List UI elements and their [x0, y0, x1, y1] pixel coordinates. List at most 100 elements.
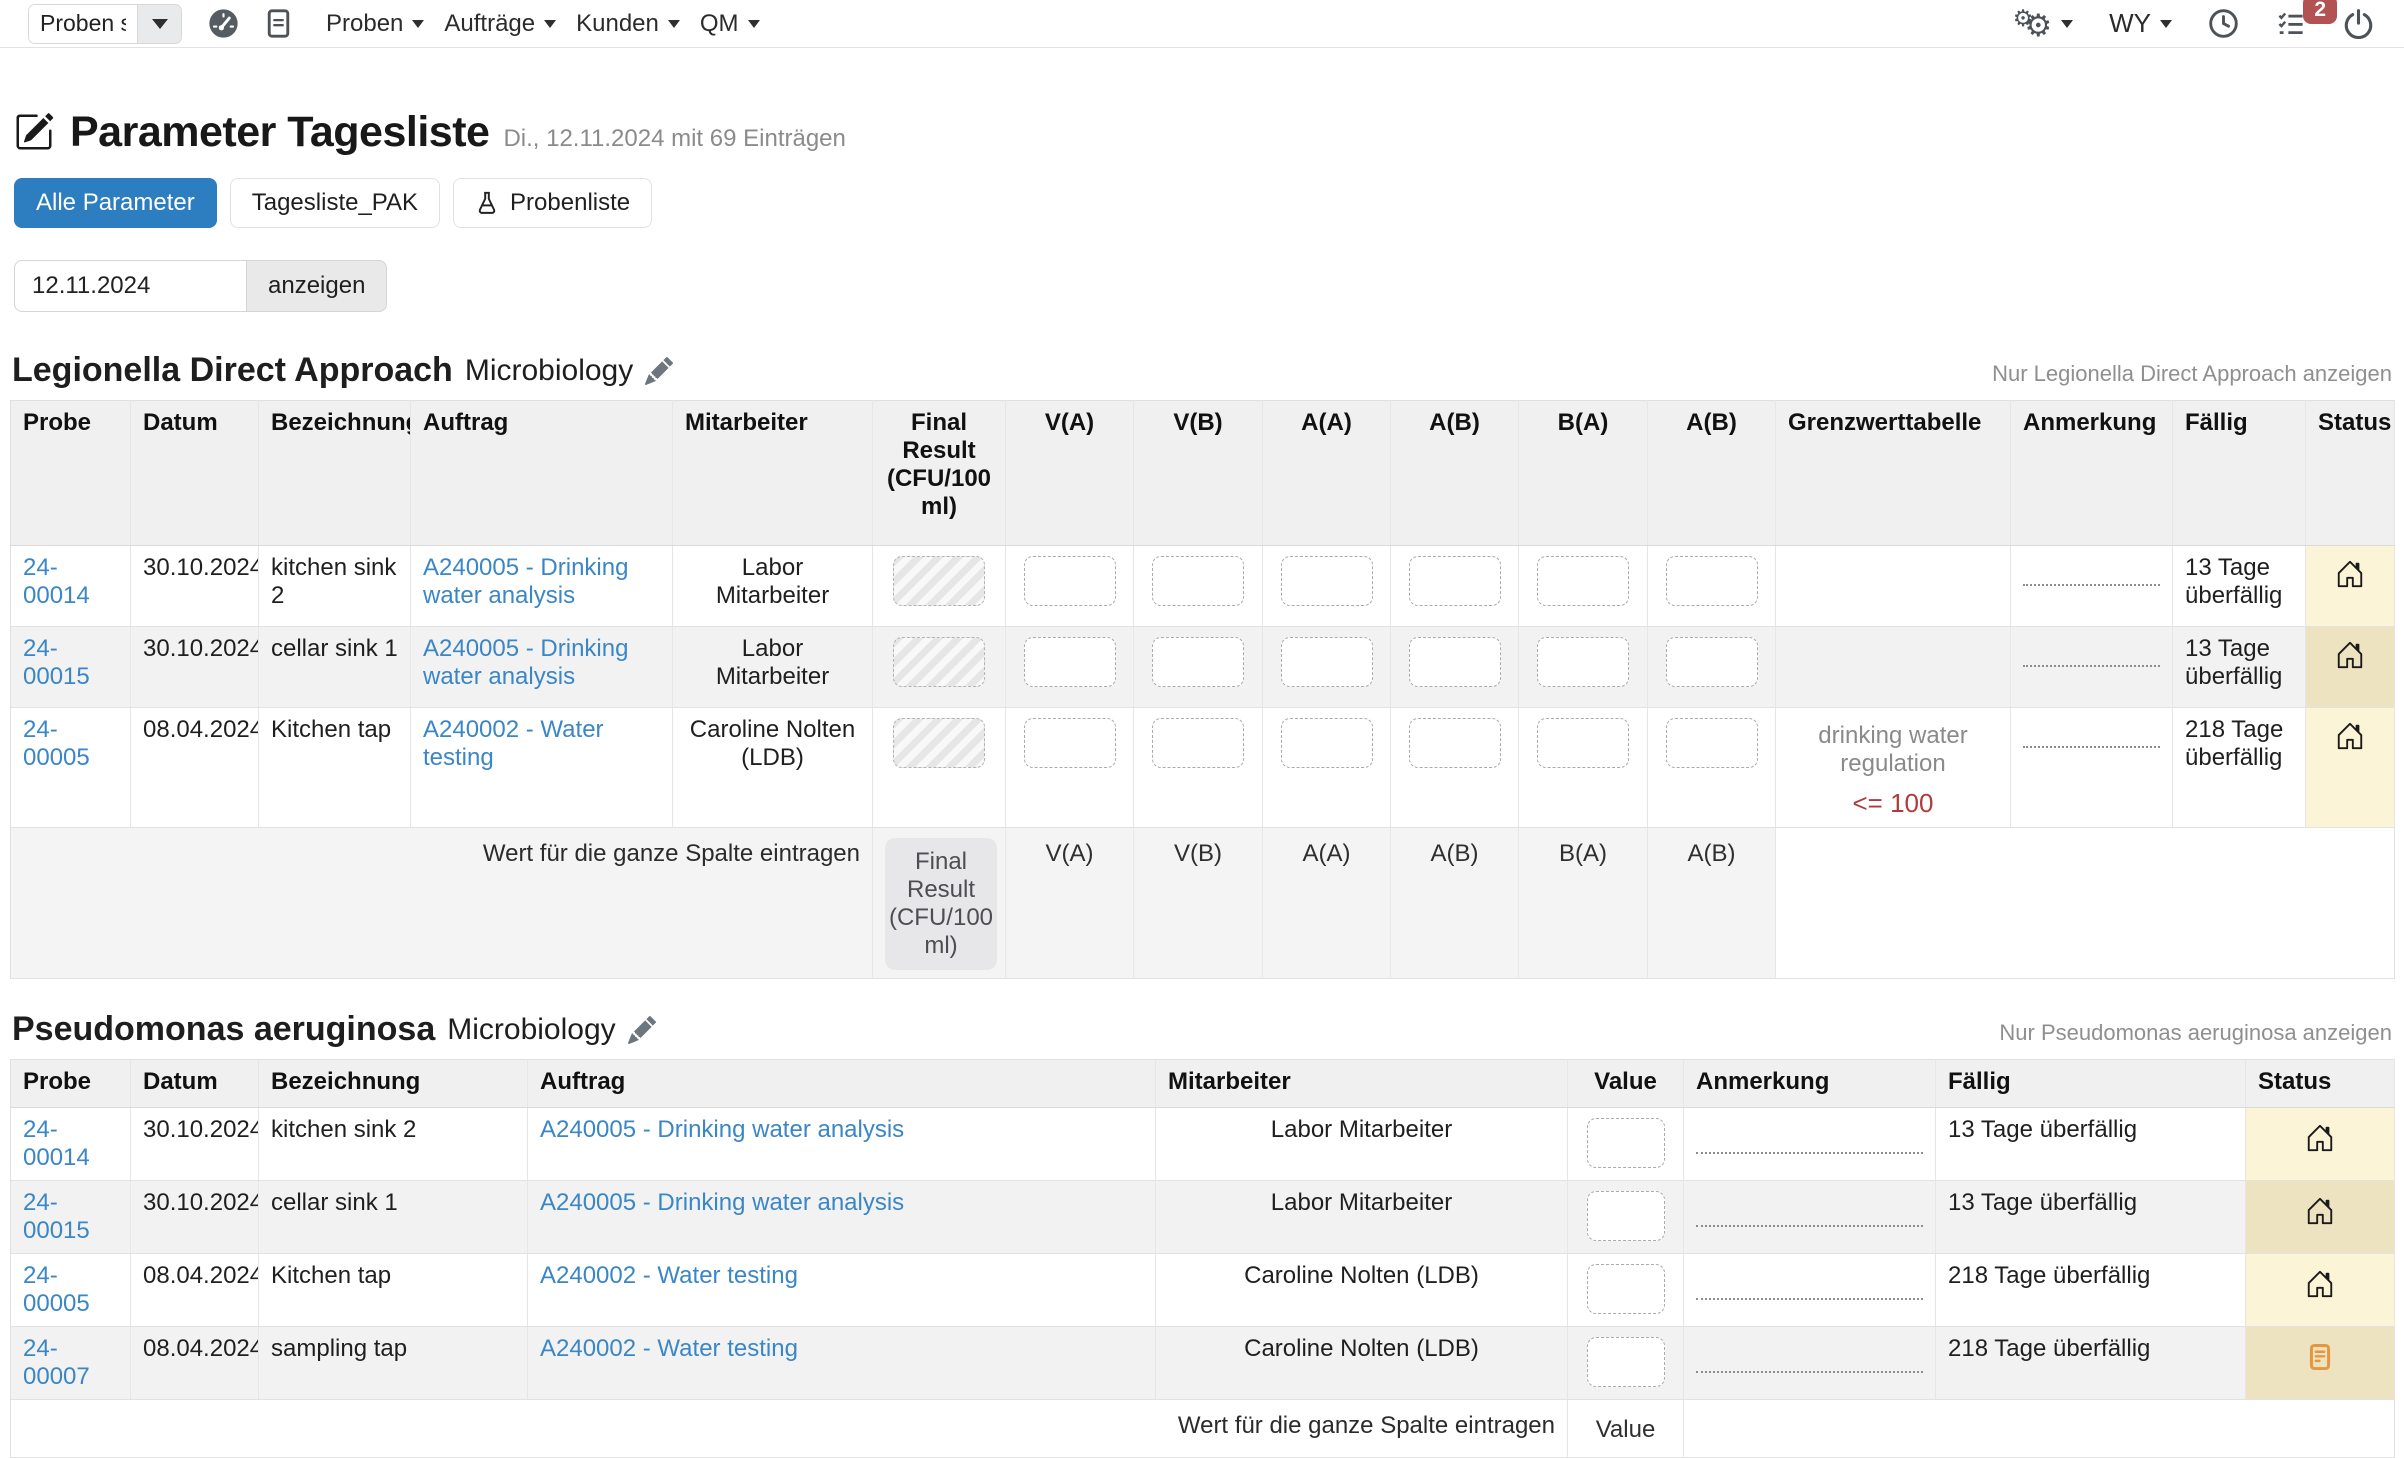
auftrag-link[interactable]: A240005 - Drinking water analysis	[540, 1116, 904, 1143]
report-icon[interactable]	[2306, 1342, 2334, 1372]
edit-page-icon[interactable]	[14, 112, 54, 152]
bezeichnung-cell: Kitchen tap	[259, 1254, 528, 1327]
grenzwert-limit: <= 100	[1788, 788, 1998, 819]
menu-proben[interactable]: Proben	[326, 10, 424, 38]
datum-cell: 30.10.2024	[131, 546, 259, 627]
value-input[interactable]	[1587, 1264, 1665, 1314]
probe-link[interactable]: 24-00014	[23, 1116, 90, 1171]
filter-only-pseudomonas-link[interactable]: Nur Pseudomonas aeruginosa anzeigen	[1999, 1020, 2392, 1049]
filter-only-legionella-link[interactable]: Nur Legionella Direct Approach anzeigen	[1992, 361, 2392, 390]
auftrag-link[interactable]: A240002 - Water testing	[540, 1262, 798, 1289]
ba-input[interactable]	[1537, 556, 1629, 606]
auftrag-link[interactable]: A240002 - Water testing	[540, 1335, 798, 1362]
mitarbeiter-cell: Labor Mitarbeiter	[1156, 1108, 1568, 1181]
probe-link[interactable]: 24-00015	[23, 1189, 90, 1244]
vb-input[interactable]	[1152, 718, 1244, 768]
home-icon[interactable]	[2305, 1196, 2335, 1226]
edit-section-icon[interactable]	[628, 1016, 656, 1044]
fill-ab2-button[interactable]: A(B)	[1648, 828, 1776, 979]
faellig-cell: 218 Tage überfällig	[2173, 708, 2306, 828]
tab-alle-parameter[interactable]: Alle Parameter	[14, 178, 217, 228]
vb-input[interactable]	[1152, 556, 1244, 606]
ba-input[interactable]	[1537, 718, 1629, 768]
anmerkung-field[interactable]	[2023, 746, 2160, 748]
value-input[interactable]	[1587, 1191, 1665, 1241]
auftrag-link[interactable]: A240002 - Water testing	[423, 716, 604, 771]
auftrag-link[interactable]: A240005 - Drinking water analysis	[540, 1189, 904, 1216]
flask-icon	[475, 189, 499, 217]
ab2-input[interactable]	[1666, 637, 1758, 687]
page-subtitle: Di., 12.11.2024 mit 69 Einträgen	[503, 125, 845, 153]
ab2-input[interactable]	[1666, 556, 1758, 606]
aa-input[interactable]	[1281, 718, 1373, 768]
date-input[interactable]	[14, 260, 246, 312]
legionella-footer-row: Wert für die ganze Spalte eintragen Fina…	[11, 828, 2395, 979]
fill-ba-button[interactable]: B(A)	[1519, 828, 1648, 979]
anzeigen-button[interactable]: anzeigen	[246, 260, 387, 312]
probe-link[interactable]: 24-00007	[23, 1335, 90, 1390]
vb-input[interactable]	[1152, 637, 1244, 687]
anmerkung-field[interactable]	[2023, 584, 2160, 586]
speedometer-icon[interactable]	[208, 8, 239, 39]
document-icon[interactable]	[265, 8, 292, 39]
anmerkung-field[interactable]	[1696, 1225, 1923, 1227]
anmerkung-field[interactable]	[1696, 1371, 1923, 1373]
home-icon[interactable]	[2305, 1269, 2335, 1299]
menu-qm[interactable]: QM	[700, 10, 760, 38]
anmerkung-field[interactable]	[2023, 665, 2160, 667]
mitarbeiter-cell: Caroline Nolten (LDB)	[1156, 1327, 1568, 1400]
user-initials: WY	[2109, 8, 2151, 39]
va-input[interactable]	[1024, 556, 1116, 606]
fill-ab-button[interactable]: A(B)	[1391, 828, 1519, 979]
section-title: Pseudomonas aeruginosa	[12, 1010, 435, 1049]
probe-link[interactable]: 24-00014	[23, 554, 90, 609]
final-result-input-disabled	[893, 556, 985, 606]
ab-input[interactable]	[1409, 556, 1501, 606]
faellig-cell: 218 Tage überfällig	[1936, 1327, 2246, 1400]
value-input[interactable]	[1587, 1118, 1665, 1168]
fill-vb-button[interactable]: V(B)	[1134, 828, 1263, 979]
power-icon[interactable]	[2343, 8, 2374, 39]
anmerkung-field[interactable]	[1696, 1152, 1923, 1154]
menu-kunden[interactable]: Kunden	[576, 10, 680, 38]
settings-menu[interactable]: ⚙⚙	[2013, 7, 2073, 40]
ab-input[interactable]	[1409, 637, 1501, 687]
probe-link[interactable]: 24-00015	[23, 635, 90, 690]
fill-final-result-button[interactable]: Final Result (CFU/100 ml)	[885, 838, 997, 970]
home-icon[interactable]	[2305, 1123, 2335, 1153]
user-menu[interactable]: WY	[2109, 8, 2172, 39]
aa-input[interactable]	[1281, 637, 1373, 687]
auftrag-link[interactable]: A240005 - Drinking water analysis	[423, 554, 628, 609]
aa-input[interactable]	[1281, 556, 1373, 606]
top-navbar: Proben Aufträge Kunden QM ⚙⚙ WY	[0, 0, 2404, 48]
table-row: 24-00015 30.10.2024 cellar sink 1 A24000…	[11, 627, 2395, 708]
ab-input[interactable]	[1409, 718, 1501, 768]
col-ab2: A(B)	[1648, 401, 1776, 546]
home-icon[interactable]	[2335, 721, 2365, 751]
search-input[interactable]	[29, 5, 137, 43]
ba-input[interactable]	[1537, 637, 1629, 687]
fill-aa-button[interactable]: A(A)	[1263, 828, 1391, 979]
menu-qm-label: QM	[700, 10, 739, 38]
fill-va-button[interactable]: V(A)	[1006, 828, 1134, 979]
tab-probenliste[interactable]: Probenliste	[453, 178, 652, 228]
probe-link[interactable]: 24-00005	[23, 1262, 90, 1317]
ab2-input[interactable]	[1666, 718, 1758, 768]
tab-tagesliste-pak[interactable]: Tagesliste_PAK	[230, 178, 440, 228]
tasks-menu[interactable]: 2	[2275, 9, 2307, 39]
parameter-tabs: Alle Parameter Tagesliste_PAK Probenlist…	[14, 178, 2394, 228]
auftrag-link[interactable]: A240005 - Drinking water analysis	[423, 635, 628, 690]
anmerkung-field[interactable]	[1696, 1298, 1923, 1300]
home-icon[interactable]	[2335, 559, 2365, 589]
edit-section-icon[interactable]	[645, 357, 673, 385]
probe-link[interactable]: 24-00005	[23, 716, 90, 771]
home-icon[interactable]	[2335, 640, 2365, 670]
table-row: 24-00014 30.10.2024 kitchen sink 2 A2400…	[11, 546, 2395, 627]
fill-value-button[interactable]: Value	[1568, 1400, 1684, 1458]
va-input[interactable]	[1024, 718, 1116, 768]
menu-auftraege[interactable]: Aufträge	[444, 10, 556, 38]
search-dropdown-button[interactable]	[137, 5, 181, 43]
value-input[interactable]	[1587, 1337, 1665, 1387]
va-input[interactable]	[1024, 637, 1116, 687]
clock-icon[interactable]	[2208, 8, 2239, 39]
